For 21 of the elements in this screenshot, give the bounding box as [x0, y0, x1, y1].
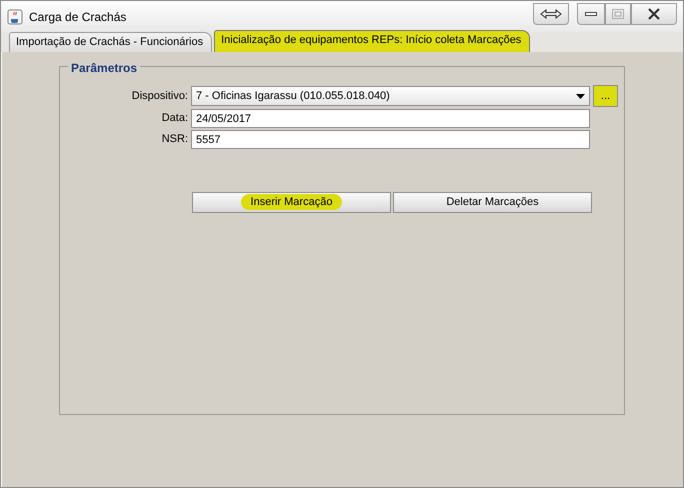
tab[interactable]: Importação de Crachás - Funcionários: [9, 32, 212, 52]
window-title: Carga de Crachás: [29, 8, 126, 26]
minimize-button[interactable]: [577, 2, 605, 24]
cup-icon: [7, 8, 23, 24]
device-dropdown[interactable]: 7 - Oficinas Igarassu (010.055.018.040): [191, 86, 590, 106]
action-button[interactable]: Inserir Marcação: [192, 192, 391, 213]
resize-button[interactable]: [533, 2, 569, 24]
close-icon: [647, 8, 661, 20]
field-label: Dispositivo:: [130, 88, 189, 104]
action-button[interactable]: Deletar Marcações: [393, 192, 592, 213]
browse-button[interactable]: ...: [593, 85, 618, 107]
field-label: NSR:: [160, 132, 189, 148]
dropdown-arrow-icon: [576, 94, 585, 98]
input-field[interactable]: 24/05/2017: [191, 109, 590, 128]
minimize-icon: [585, 10, 597, 16]
field-label: Data:: [160, 111, 189, 126]
double-arrow-icon: [540, 8, 562, 18]
input-field[interactable]: 5557: [191, 130, 590, 149]
tab[interactable]: Inicialização de equipamentos REPs: Início coleta Marcações: [214, 30, 530, 52]
maximize-icon: [612, 8, 624, 18]
close-button[interactable]: [631, 2, 677, 24]
